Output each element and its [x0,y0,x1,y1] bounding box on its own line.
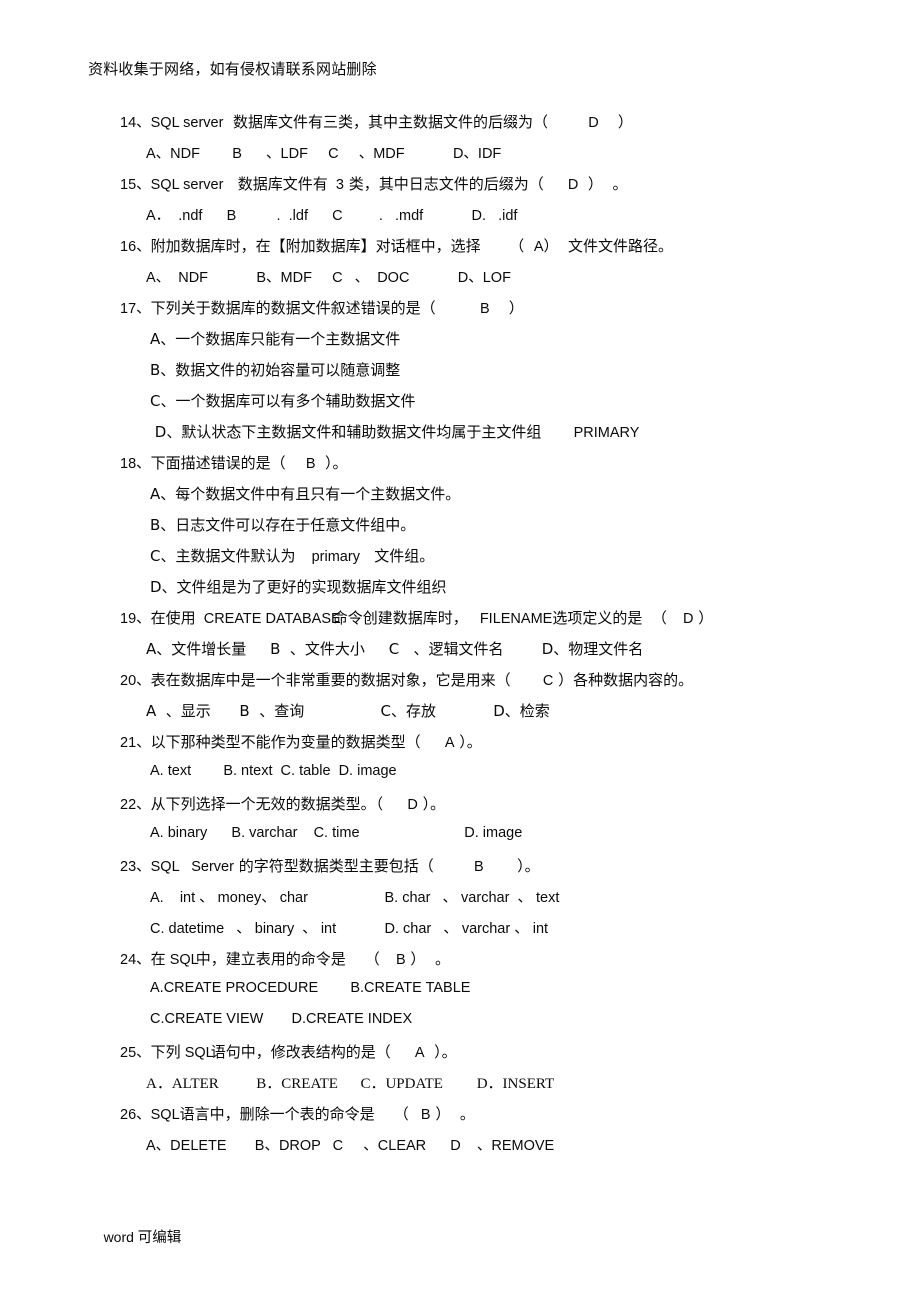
question-20-options: A 、显示 B 、查询 C、存放 D、检索 [88,682,848,720]
question-21: 21、以下那种类型不能作为变量的数据类型（ A ）。 A. text B. nt… [88,713,848,779]
question-17-option-c: C、一个数据库可以有多个辅助数据文件 [88,372,848,410]
question-18-stem: 18、下面描述错误的是（ B ）。 [88,434,848,472]
question-24-options-row-1: A.CREATE PROCEDURE B.CREATE TABLE [88,961,848,996]
question-18: 18、下面描述错误的是（ B ）。 A、每个数据文件中有且只有一个主数据文件。 … [88,434,848,596]
question-24-options-row-2: C.CREATE VIEW D.CREATE INDEX [88,992,848,1027]
question-24-stem: 24、在 SQL中，建立表用的命令是 （ B ） 。 [88,930,848,968]
question-19: 19、在使用 CREATE DATABASE命令创建数据库时， FILENAME… [88,589,848,658]
question-18-option-d: D、文件组是为了更好的实现数据库文件组织 [88,558,848,596]
question-14: 14、SQL server 数据库文件有三类，其中主数据文件的后缀为（ D ） … [88,93,848,162]
footer-note: word 可编辑 [88,1210,182,1263]
question-23-stem: 23、SQL Server 的字符型数据类型主要包括（ B ）。 [88,837,848,875]
question-16-stem: 16、附加数据库时，在【附加数据库】对话框中，选择 （ A） 文件文件路径。 [88,217,848,255]
question-16: 16、附加数据库时，在【附加数据库】对话框中，选择 （ A） 文件文件路径。 A… [88,217,848,286]
question-22-stem: 22、从下列选择一个无效的数据类型。（ D ）。 [88,775,848,813]
question-23: 23、SQL Server 的字符型数据类型主要包括（ B ）。 A. int … [88,837,848,937]
question-25-options: A．ALTER B．CREATE C．UPDATE D．INSERT [88,1054,848,1092]
question-24: 24、在 SQL中，建立表用的命令是 （ B ） 。 A.CREATE PROC… [88,930,848,1027]
question-18-option-c: C、主数据文件默认为 primary 文件组。 [88,527,848,565]
question-17-option-a: A、一个数据库只能有一个主数据文件 [88,310,848,348]
question-25: 25、下列 SQL语句中，修改表结构的是（ A ）。 A．ALTER B．CRE… [88,1023,848,1092]
question-19-options: A、文件增长量 B 、文件大小 C 、逻辑文件名 D、物理文件名 [88,620,848,658]
document-body: 资料收集于网络，如有侵权请联系网站删除 14、SQL server 数据库文件有… [88,60,848,1155]
question-21-stem: 21、以下那种类型不能作为变量的数据类型（ A ）。 [88,713,848,751]
question-15-stem: 15、SQL server 数据库文件有 3 类，其中日志文件的后缀为（ D ）… [88,155,848,193]
question-20: 20、表在数据库中是一个非常重要的数据对象，它是用来（ C ）各种数据内容的。 … [88,651,848,720]
question-17-option-d: D、默认状态下主数据文件和辅助数据文件均属于主文件组 PRIMARY [88,403,848,441]
footer-note-latin: word [103,1229,138,1245]
question-26: 26、SQL语言中，删除一个表的命令是 （ B ） 。 A、DELETE B、D… [88,1085,848,1154]
question-26-options-text: A、DELETE B、DROP C 、CLEAR D 、REMOVE [146,1138,555,1154]
question-23-options-row-2: C. datetime 、 binary 、 int D. char 、 var… [88,899,848,937]
question-21-options: A. text B. ntext C. table D. image [88,744,848,779]
footer-note-cn: 可编辑 [137,1230,182,1246]
question-14-stem: 14、SQL server 数据库文件有三类，其中主数据文件的后缀为（ D ） [88,93,848,131]
question-14-options: A、NDF B 、LDF C 、MDF D、IDF [88,124,848,162]
question-17-stem: 17、下列关于数据库的数据文件叙述错误的是（ B ） [88,279,848,317]
header-note: 资料收集于网络，如有侵权请联系网站删除 [88,60,377,78]
question-17: 17、下列关于数据库的数据文件叙述错误的是（ B ） A、一个数据库只能有一个主… [88,279,848,441]
question-17-option-b: B、数据文件的初始容量可以随意调整 [88,341,848,379]
question-18-option-a: A、每个数据文件中有且只有一个主数据文件。 [88,465,848,503]
question-22: 22、从下列选择一个无效的数据类型。（ D ）。 A. binary B. va… [88,775,848,841]
question-26-options: A、DELETE B、DROP C 、CLEAR D 、REMOVE [88,1116,848,1154]
question-19-stem: 19、在使用 CREATE DATABASE命令创建数据库时， FILENAME… [88,589,848,627]
question-15-options: A． .ndf B . .ldf C . .mdf D. .idf [88,186,848,224]
question-16-options: A、 NDF B、MDF C 、 DOC D、LOF [88,248,848,286]
question-26-stem: 26、SQL语言中，删除一个表的命令是 （ B ） 。 [88,1085,848,1123]
question-15: 15、SQL server 数据库文件有 3 类，其中日志文件的后缀为（ D ）… [88,155,848,224]
question-18-option-b: B、日志文件可以存在于任意文件组中。 [88,496,848,534]
question-25-stem: 25、下列 SQL语句中，修改表结构的是（ A ）。 [88,1023,848,1061]
question-22-options: A. binary B. varchar C. time D. image [88,806,848,841]
question-20-stem: 20、表在数据库中是一个非常重要的数据对象，它是用来（ C ）各种数据内容的。 [88,651,848,689]
question-23-options-row-1: A. int 、 money、 char B. char 、 varchar 、… [88,868,848,906]
document-page: 资料收集于网络，如有侵权请联系网站删除 14、SQL server 数据库文件有… [0,0,920,1303]
